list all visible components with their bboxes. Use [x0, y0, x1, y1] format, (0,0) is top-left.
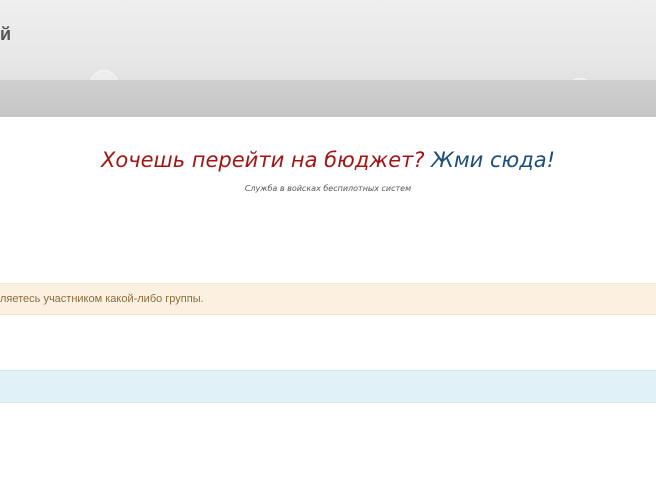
- group-membership-alert-text: ляетесь участником какой-либо группы.: [0, 293, 204, 305]
- promo-question: Хочешь перейти на бюджет?: [100, 148, 425, 172]
- budget-promo: Хочешь перейти на бюджет? Жми сюда!: [0, 148, 656, 172]
- promo-link[interactable]: Жми сюда!: [431, 148, 555, 172]
- group-membership-alert: ляетесь участником какой-либо группы.: [0, 283, 656, 315]
- site-logo-text[interactable]: й: [0, 24, 11, 45]
- promo-subtitle: Служба в войсках беспилотных систем: [244, 184, 412, 193]
- info-alert: [0, 370, 656, 403]
- header-band: [0, 80, 656, 117]
- site-header: й: [0, 0, 656, 117]
